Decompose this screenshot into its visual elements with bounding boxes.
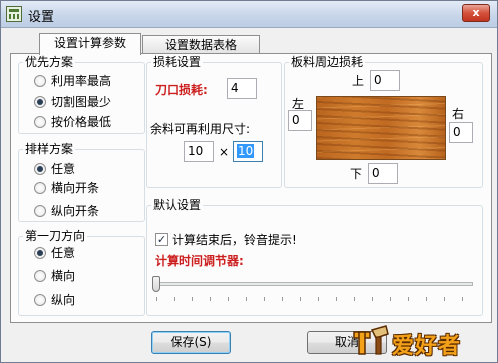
close-button[interactable]: x — [462, 4, 490, 22]
kerf-loss-input[interactable]: 4 — [227, 78, 257, 99]
first-cut-label-vertical: 纵向 — [51, 293, 76, 307]
remnant-height-input[interactable]: 10 — [233, 141, 263, 162]
timer-slider-ticks — [156, 297, 473, 301]
tab-panel-calc-params: 优先方案 利用率最高 切割图最少 按价格最低 排样方案 任意 横向开条 纵向开条… — [10, 53, 492, 323]
priority-label-utilization: 利用率最高 — [51, 74, 112, 88]
first-cut-label-horizontal: 横向 — [51, 269, 76, 283]
watermark-text: 爱好者 — [392, 334, 462, 359]
layout-label-vertical: 纵向开条 — [51, 204, 100, 218]
carpenter-logo-icon — [353, 325, 389, 355]
layout-label-horizontal: 横向开条 — [51, 181, 100, 195]
timer-label: 计算时间调节器: — [155, 254, 244, 268]
remnant-width-input[interactable]: 10 — [184, 141, 214, 162]
edge-left-input[interactable]: 0 — [288, 110, 312, 131]
layout-group-title: 排样方案 — [23, 142, 76, 156]
defaults-group-title: 默认设置 — [151, 198, 204, 212]
priority-radio-utilization[interactable] — [34, 75, 46, 87]
first-cut-radio-vertical[interactable] — [34, 294, 46, 306]
edge-bottom-label: 下 — [350, 167, 363, 181]
edge-right-input[interactable]: 0 — [449, 122, 473, 143]
remnant-size-label: 余料可再利用尺寸: — [150, 122, 251, 136]
edge-bottom-input[interactable]: 0 — [368, 163, 398, 184]
priority-radio-lowest-price[interactable] — [34, 116, 46, 128]
first-cut-radio-any[interactable] — [34, 247, 46, 259]
priority-radio-fewest-diagrams[interactable] — [34, 96, 46, 108]
layout-radio-vertical[interactable] — [34, 205, 46, 217]
tab-calc-params[interactable]: 设置计算参数 — [39, 33, 141, 55]
priority-label-lowest-price: 按价格最低 — [51, 115, 112, 129]
timer-slider-track[interactable] — [155, 282, 473, 286]
first-cut-radio-horizontal[interactable] — [34, 270, 46, 282]
window-title: 设置 — [28, 10, 55, 25]
settings-window: 设置 x 设置计算参数 设置数据表格 优先方案 利用率最高 切割图最少 按价格最… — [0, 0, 498, 363]
app-table-icon — [6, 6, 22, 22]
edge-right-label: 右 — [452, 107, 465, 121]
site-watermark-logo: 爱好者 — [348, 318, 498, 362]
edge-top-label: 上 — [352, 74, 365, 88]
beep-label: 计算结束后，铃音提示! — [172, 233, 297, 247]
remnant-times-sign: × — [219, 145, 230, 159]
layout-radio-any[interactable] — [34, 163, 46, 175]
kerf-loss-label: 刀口损耗: — [155, 83, 208, 97]
priority-label-fewest-diagrams: 切割图最少 — [51, 95, 112, 109]
loss-group-title: 损耗设置 — [151, 55, 204, 69]
save-button[interactable]: 保存(S) — [151, 331, 231, 354]
beep-checkbox[interactable]: ✓ — [155, 233, 168, 246]
timer-slider-thumb[interactable] — [152, 276, 160, 292]
edge-top-input[interactable]: 0 — [370, 70, 400, 91]
first-cut-label-any: 任意 — [51, 246, 76, 260]
title-bar[interactable]: 设置 x — [1, 1, 497, 28]
edge-loss-group-title: 板料周边损耗 — [289, 55, 366, 69]
first-cut-group-title: 第一刀方向 — [23, 229, 88, 243]
layout-radio-horizontal[interactable] — [34, 182, 46, 194]
edge-left-label: 左 — [292, 97, 305, 111]
layout-label-any: 任意 — [51, 162, 76, 176]
tab-data-table[interactable]: 设置数据表格 — [142, 35, 260, 55]
priority-group-title: 优先方案 — [23, 55, 76, 69]
board-wood-preview — [316, 96, 446, 160]
